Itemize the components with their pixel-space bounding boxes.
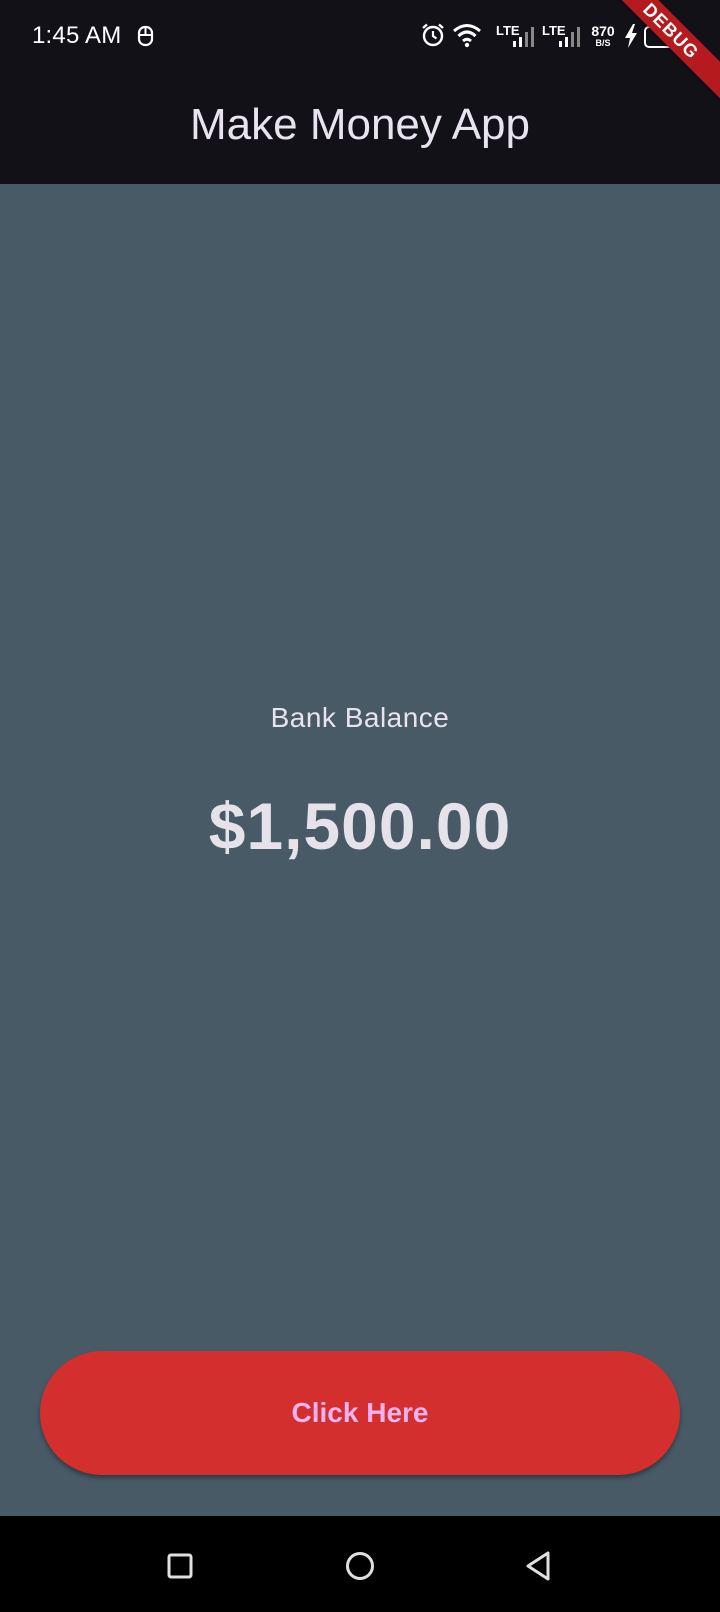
charging-icon	[625, 24, 637, 48]
status-time: 1:45 AM	[32, 22, 122, 49]
status-bar: 1:45 AM LTE LTE 870 B/S	[0, 0, 720, 72]
balance-amount: $1,500.00	[208, 789, 512, 863]
home-button-icon[interactable]	[340, 1546, 380, 1586]
signal-icon	[559, 27, 580, 47]
click-here-button[interactable]: Click Here	[40, 1351, 680, 1475]
mouse-icon	[137, 25, 154, 47]
balance-label: Bank Balance	[270, 702, 450, 733]
app-title: Make Money App	[190, 100, 530, 149]
signal-icon	[513, 27, 534, 47]
system-nav-bar	[0, 1516, 720, 1612]
network-speed: 870 B/S	[588, 24, 618, 48]
wifi-icon	[453, 24, 481, 48]
speed-unit: B/S	[595, 38, 611, 48]
recents-button-icon[interactable]	[160, 1546, 200, 1586]
back-button-icon[interactable]	[520, 1546, 560, 1586]
alarm-icon	[422, 23, 444, 47]
speed-value: 870	[591, 23, 615, 39]
app-bar: Make Money App	[0, 72, 720, 184]
